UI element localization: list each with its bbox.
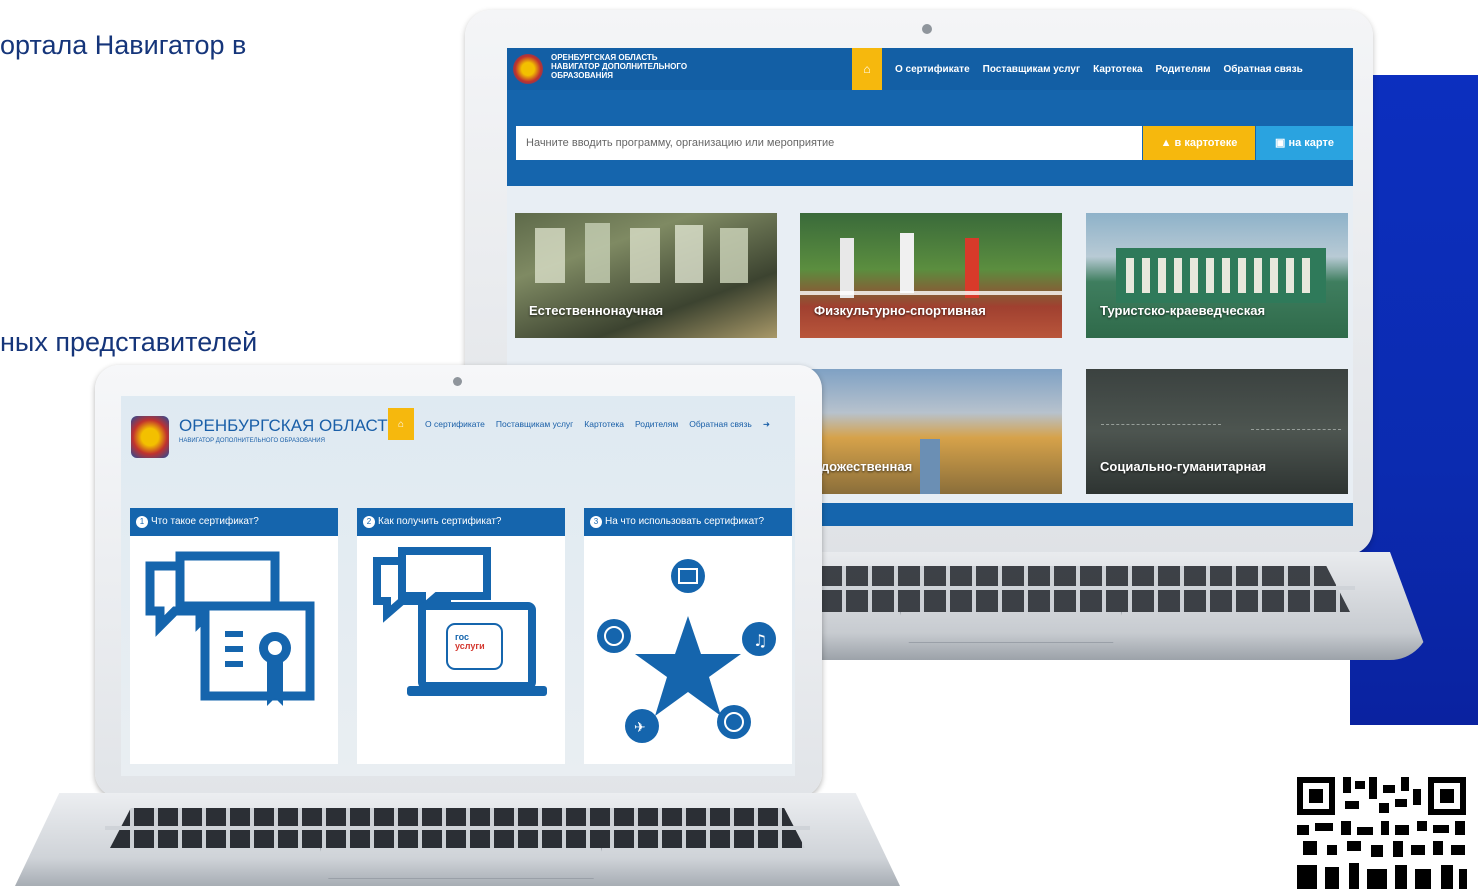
nav-certificate[interactable]: О сертификате [895,64,970,75]
nav-catalog[interactable]: Картотека [584,419,624,429]
qr-code-icon [1297,777,1467,889]
number-badge: 3 [590,516,602,528]
chalkboard-writing [1251,379,1341,430]
panel-header: 3 На что использовать сертификат? [584,508,792,536]
logo-line3: ОБРАЗОВАНИЯ [551,71,613,80]
slide-text-line2: ных представителей [0,327,258,357]
svg-text:✈: ✈ [634,720,646,736]
region-emblem-icon [513,54,543,84]
info-panel-use: 3 На что использовать сертификат? ♫ ✈ [584,508,792,764]
gosuslugi-logo: гос услуги [455,633,485,651]
river-image [920,439,940,494]
bottle-image [630,228,660,283]
back-navbar: ОРЕНБУРГСКАЯ ОБЛАСТЬ НАВИГАТОР ДОПОЛНИТЕ… [507,48,1353,90]
nav-feedback[interactable]: Обратная связь [689,419,752,429]
search-catalog-button[interactable]: ▲ в картотеке [1143,126,1255,160]
keyboard-row-gap [105,826,810,830]
athlete-image [900,233,914,293]
nav-providers[interactable]: Поставщикам услуг [496,419,573,429]
gosuslugi-line2: услуги [455,641,485,651]
nav-certificate[interactable]: О сертификате [425,419,485,429]
category-card-sport[interactable]: Физкультурно-спортивная [800,213,1062,338]
panel-title: На что использовать сертификат? [605,516,765,527]
number-badge: 2 [363,516,375,528]
nav-providers[interactable]: Поставщикам услуг [983,64,1080,75]
front-navbar: ⌂ О сертификате Поставщикам услуг Картот… [388,408,770,440]
category-label-sport: Физкультурно-спортивная [814,303,986,318]
slide-text-line1: ортала Навигатор в [0,30,247,60]
map-icon: ▣ [1275,137,1289,149]
svg-text:♫: ♫ [753,631,767,650]
category-label-social: Социально-гуманитарная [1100,459,1267,474]
login-icon[interactable]: ➜ [763,419,770,430]
panel-title: Как получить сертификат? [378,516,502,527]
bottle-image [720,228,748,283]
home-icon: ⌂ [863,62,871,76]
usage-star-illustration-icon: ♫ ✈ [597,559,776,743]
certificate-illustration-icon [145,551,315,706]
building-windows [1126,258,1316,293]
hurdle-bar [800,291,1062,295]
athlete-image [840,238,854,298]
nav-parents[interactable]: Родителям [635,419,678,429]
front-laptop-screen: ОРЕНБУРГСКАЯ ОБЛАСТЬ НАВИГАТОР ДОПОЛНИТЕ… [121,396,795,776]
panel-header: 2 Как получить сертификат? [357,508,565,536]
folder-icon: ▲ [1160,137,1175,149]
logo-line1: ОРЕНБУРГСКАЯ ОБЛАСТЬ [551,53,658,62]
athlete-image [965,238,979,298]
nav-catalog[interactable]: Картотека [1093,64,1142,75]
search-map-button[interactable]: ▣ на карте [1256,126,1353,160]
chalkboard-writing [1101,384,1221,425]
bottle-image [535,228,565,283]
front-laptop-trackpad [320,848,602,879]
search-input[interactable]: Начните вводить программу, организацию и… [516,126,1142,160]
category-label-tourism: Туристско-краеведческая [1100,303,1266,318]
front-logo-title: ОРЕНБУРГСКАЯ ОБЛАСТЬ [179,416,399,435]
nav-parents[interactable]: Родителям [1156,64,1211,75]
qr-code [1283,749,1478,889]
category-card-art[interactable]: удожественная [800,369,1062,494]
search-map-label: на карте [1288,137,1334,149]
logo-line2: НАВИГАТОР ДОПОЛНИТЕЛЬНОГО [551,62,688,71]
bottle-image [675,225,703,283]
webcam-icon [453,377,462,386]
number-badge: 1 [136,516,148,528]
category-label-science: Естественнонаучная [529,303,664,318]
region-emblem-icon [131,416,169,458]
nav-feedback[interactable]: Обратная связь [1223,64,1302,75]
info-panel-how: 2 Как получить сертификат? гос услуги [357,508,565,764]
category-label-art: удожественная [814,459,913,474]
category-card-science[interactable]: Естественнонаучная [515,213,777,338]
panel-header: 1 Что такое сертификат? [130,508,338,536]
back-laptop-trackpad [900,612,1122,643]
front-logo-subtitle: НАВИГАТОР ДОПОЛНИТЕЛЬНОГО ОБРАЗОВАНИЯ [179,438,325,444]
webcam-icon [922,24,932,34]
home-button[interactable]: ⌂ [388,408,414,440]
bottle-image [585,223,610,283]
panel-title: Что такое сертификат? [151,516,259,527]
home-icon: ⌂ [397,418,405,430]
category-card-tourism[interactable]: Туристско-краеведческая [1086,213,1348,338]
info-panel-what: 1 Что такое сертификат? [130,508,338,764]
category-card-social[interactable]: Социально-гуманитарная [1086,369,1348,494]
back-logo-text: ОРЕНБУРГСКАЯ ОБЛАСТЬ НАВИГАТОР ДОПОЛНИТЕ… [551,53,687,80]
search-catalog-label: в картотеке [1174,137,1238,149]
home-button[interactable]: ⌂ [852,48,882,90]
